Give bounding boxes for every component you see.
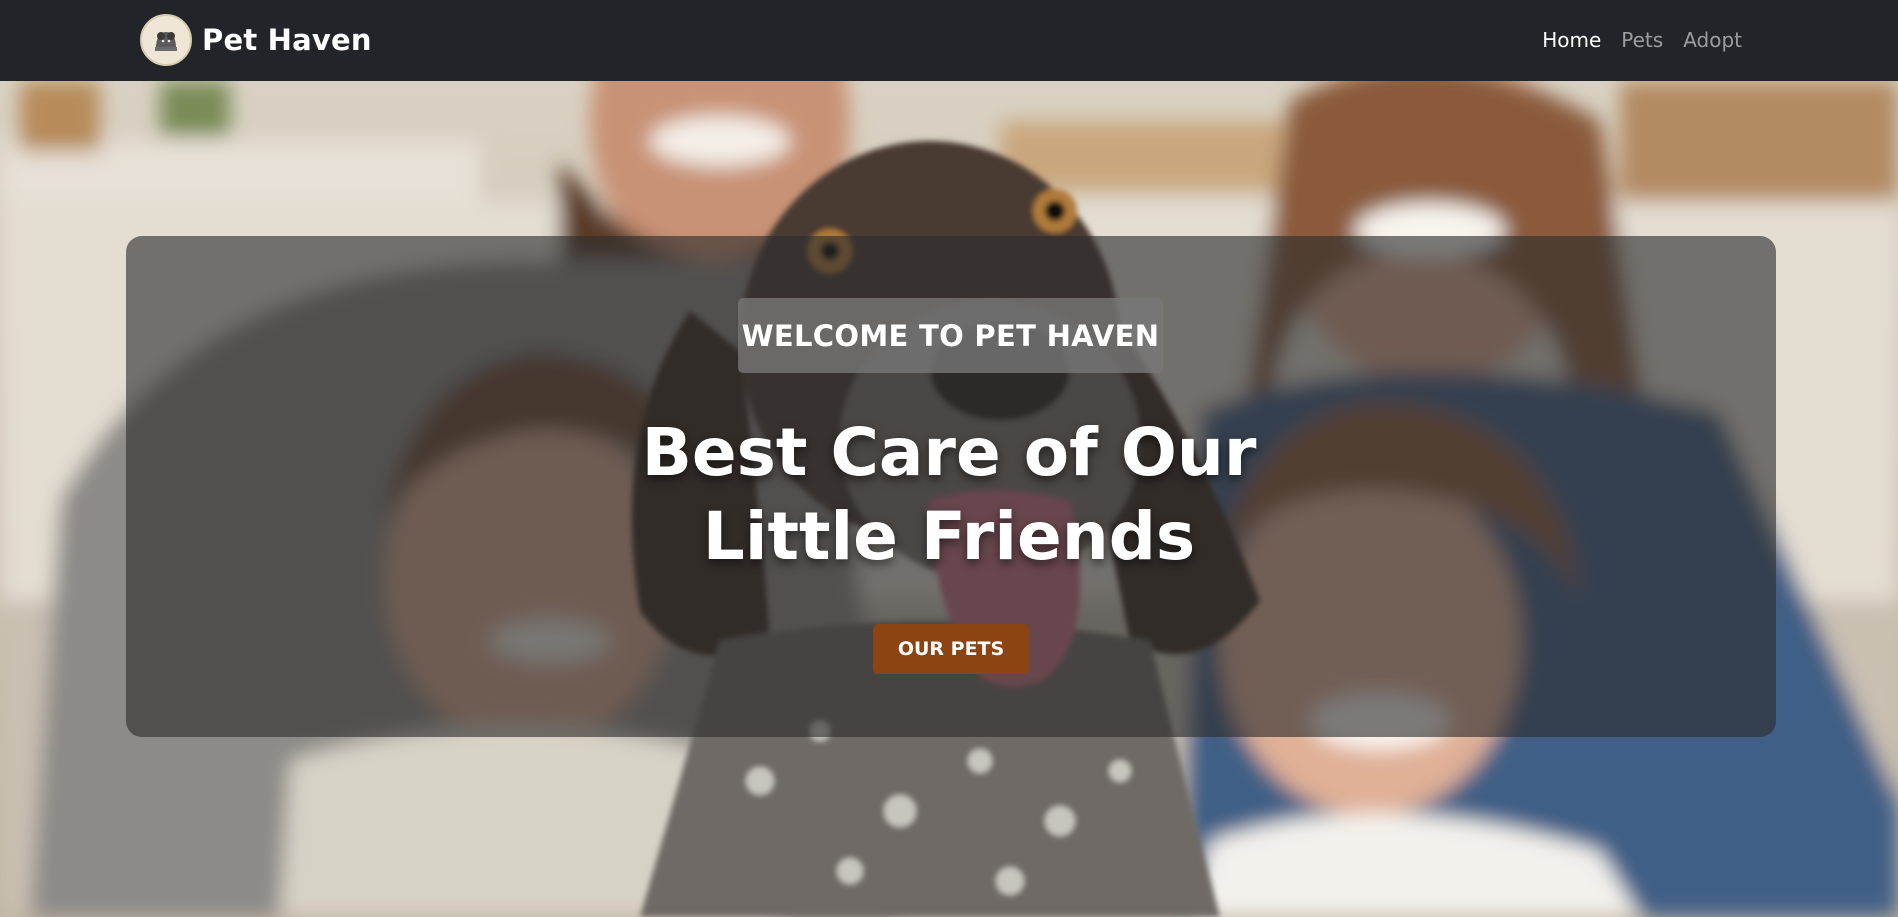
nav-link-pets[interactable]: Pets	[1611, 26, 1673, 54]
pet-haven-logo-icon[interactable]	[140, 14, 192, 66]
welcome-text: WELCOME TO PET HAVEN	[741, 318, 1160, 353]
welcome-banner: WELCOME TO PET HAVEN	[738, 298, 1163, 373]
headline-line-2: Little Friends	[702, 498, 1196, 575]
our-pets-button[interactable]: OUR PETS	[873, 624, 1029, 674]
brand-name[interactable]: Pet Haven	[202, 23, 372, 57]
brand[interactable]: Pet Haven	[140, 14, 372, 66]
navbar: Pet Haven Home Pets Adopt	[0, 0, 1898, 81]
nav-link-adopt[interactable]: Adopt	[1673, 26, 1752, 54]
hero-headline: Best Care of Our Little Friends	[449, 411, 1449, 579]
headline-line-1: Best Care of Our	[641, 414, 1257, 491]
hero-section: WELCOME TO PET HAVEN Best Care of Our Li…	[0, 81, 1898, 917]
nav-link-home[interactable]: Home	[1532, 26, 1611, 54]
main-nav: Home Pets Adopt	[1532, 26, 1752, 54]
